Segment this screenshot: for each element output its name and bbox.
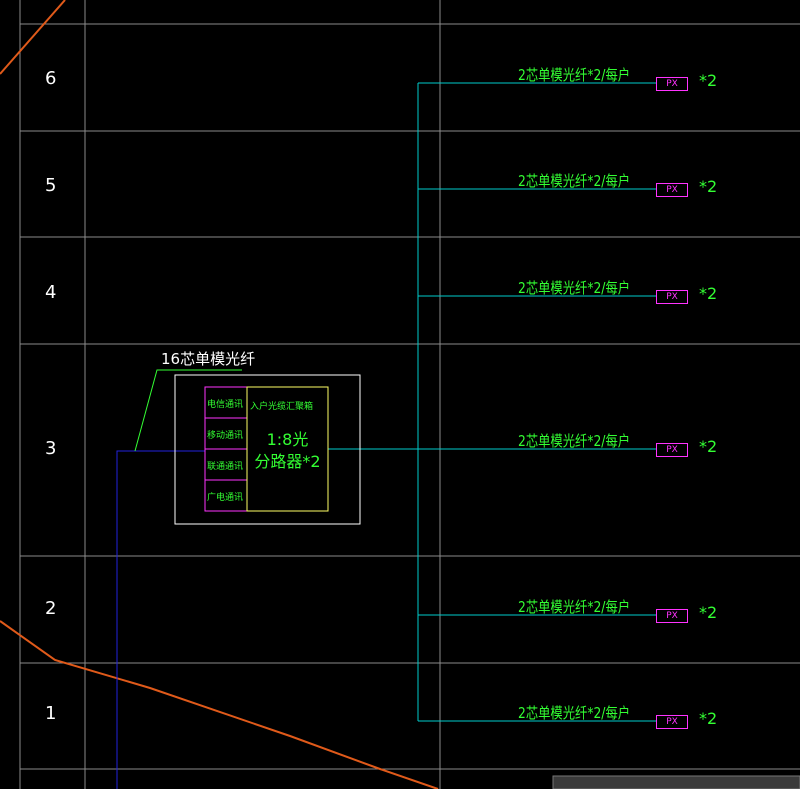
px-terminal-4: PX	[656, 290, 688, 304]
branch-label-3: 2芯单模光纤*2/每户	[518, 432, 631, 450]
branch-label-2: 2芯单模光纤*2/每户	[518, 598, 631, 616]
splitter-label-line2: 分路器*2	[254, 452, 321, 471]
branch-label-5: 2芯单模光纤*2/每户	[518, 172, 631, 190]
boundary-line-bottom	[0, 620, 439, 789]
panel-edge	[552, 775, 800, 789]
multiplier-2: *2	[699, 603, 718, 622]
incoming-cable-label: 16芯单模光纤	[161, 350, 256, 368]
branch-label-1: 2芯单模光纤*2/每户	[518, 704, 631, 722]
splitter-label-line1: 1:8光	[266, 430, 309, 449]
operator-label-broadcast: 广电通讯	[207, 493, 244, 503]
branch-label-4: 2芯单模光纤*2/每户	[518, 279, 631, 297]
feed-line	[116, 450, 205, 789]
multiplier-1: *2	[699, 709, 718, 728]
operator-label-mobile: 移动通讯	[207, 431, 244, 441]
box-title: 入户光缆汇聚箱	[250, 402, 314, 412]
multiplier-5: *2	[699, 177, 718, 196]
operator-label-telecom: 电信通讯	[207, 400, 244, 410]
multiplier-3: *2	[699, 437, 718, 456]
px-terminal-1: PX	[656, 715, 688, 729]
boundary-line-top	[0, 0, 66, 75]
floor-number-5: 5	[45, 175, 57, 196]
grid	[19, 0, 800, 789]
operator-label-unicom: 联通通讯	[207, 462, 244, 472]
riser-diagram	[0, 0, 800, 789]
floor-number-3: 3	[45, 438, 57, 459]
px-terminal-2: PX	[656, 609, 688, 623]
floor-number-1: 1	[45, 703, 57, 724]
px-terminal-6: PX	[656, 77, 688, 91]
multiplier-6: *2	[699, 71, 718, 90]
floor-number-6: 6	[45, 68, 57, 89]
multiplier-4: *2	[699, 284, 718, 303]
floor-number-2: 2	[45, 598, 57, 619]
px-terminal-5: PX	[656, 183, 688, 197]
px-terminal-3: PX	[656, 443, 688, 457]
branch-label-6: 2芯单模光纤*2/每户	[518, 66, 631, 84]
floor-number-4: 4	[45, 282, 57, 303]
